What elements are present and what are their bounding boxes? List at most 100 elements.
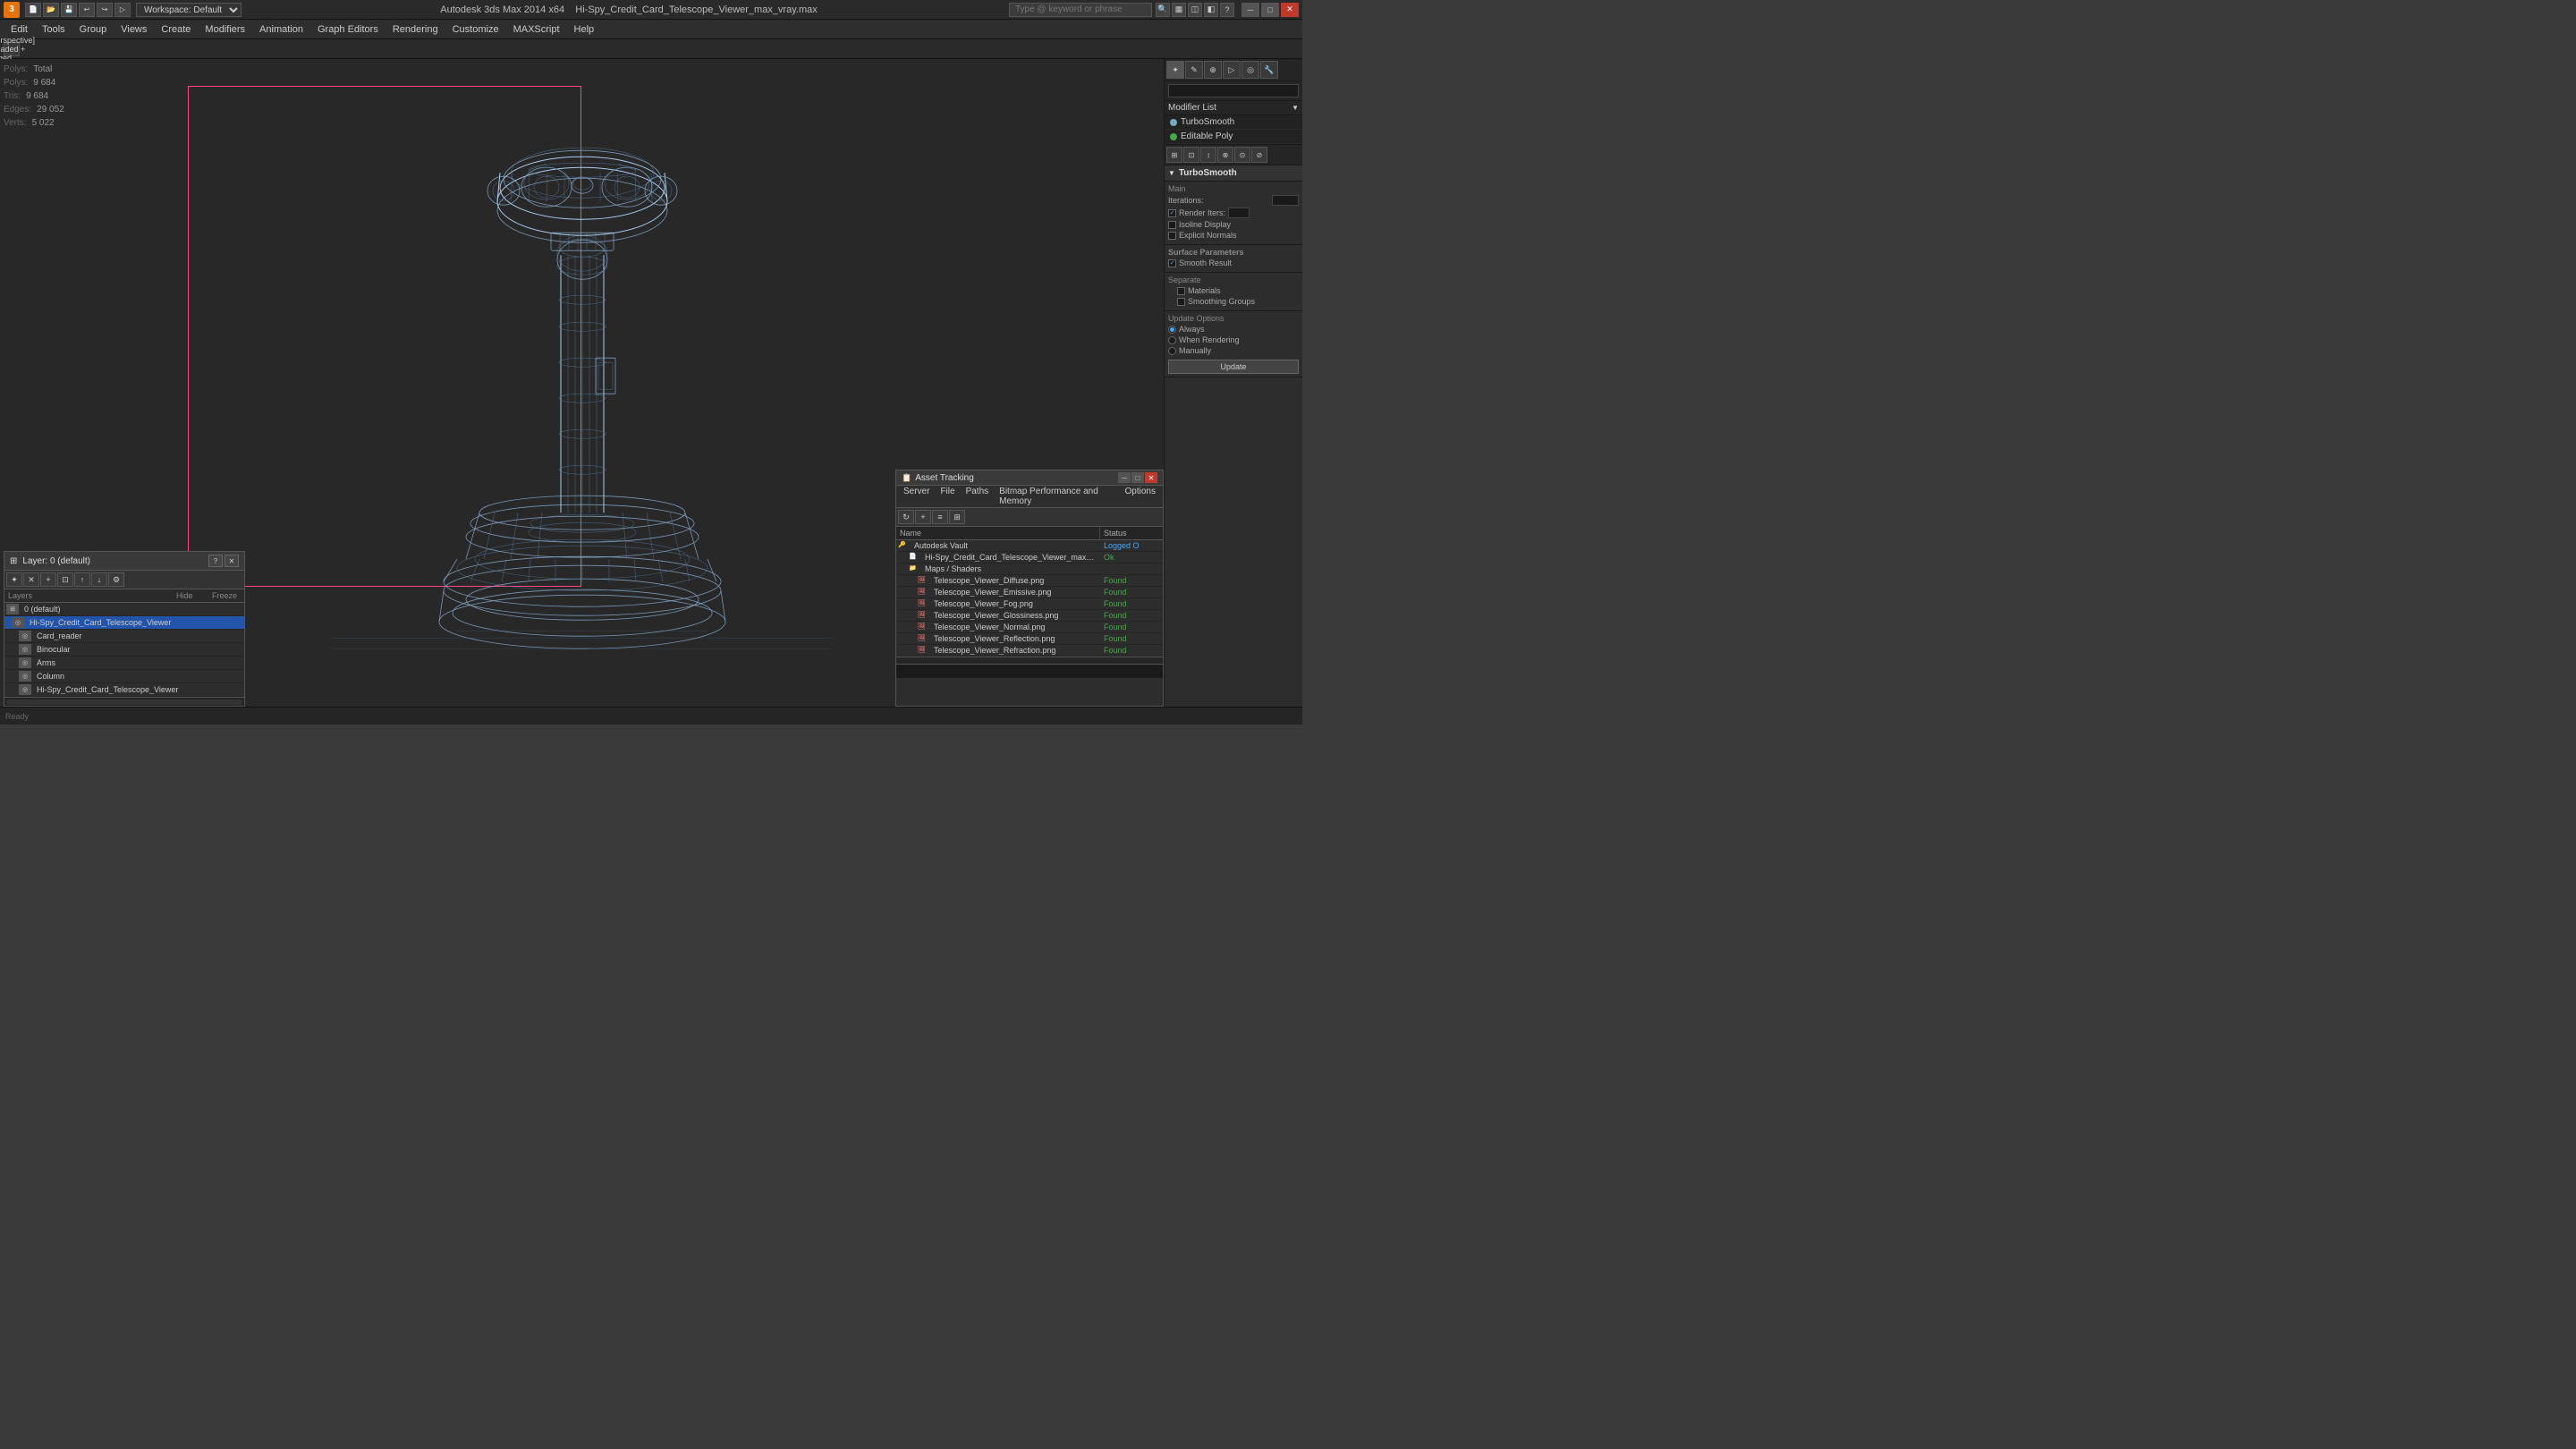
search-submit-icon[interactable]: 🔍 (1156, 3, 1170, 17)
motion-panel-icon[interactable]: ▷ (1223, 61, 1241, 79)
ap-tb-view-list[interactable]: ≡ (932, 510, 948, 524)
transform-icon-6[interactable]: ⊘ (1251, 147, 1267, 163)
asset-panel-maximize-button[interactable]: □ (1131, 472, 1144, 483)
ap-menu-bitmap[interactable]: Bitmap Performance and Memory (994, 486, 1119, 507)
asset-row-3[interactable]: 🖼 Telescope_Viewer_Diffuse.png Found (896, 575, 1163, 587)
menu-graph-editors[interactable]: Graph Editors (310, 21, 386, 38)
undo-icon[interactable]: ↩ (79, 3, 95, 17)
transform-icon-3[interactable]: ↕ (1200, 147, 1216, 163)
menu-rendering[interactable]: Rendering (386, 21, 445, 38)
menu-tools[interactable]: Tools (35, 21, 72, 38)
display-panel-icon[interactable]: ◎ (1241, 61, 1259, 79)
new-icon[interactable]: 📄 (25, 3, 41, 17)
menu-animation[interactable]: Animation (252, 21, 310, 38)
layer-move-down-btn[interactable]: ↓ (91, 572, 107, 587)
surface-params-label: Surface Parameters (1168, 248, 1299, 257)
menu-create[interactable]: Create (154, 21, 198, 38)
search-option2-icon[interactable]: ◫ (1188, 3, 1202, 17)
transform-icon-2[interactable]: ⊡ (1183, 147, 1199, 163)
iterations-input[interactable]: 0 (1272, 195, 1299, 206)
search-option1-icon[interactable]: ▦ (1172, 3, 1186, 17)
manually-radio[interactable] (1168, 347, 1176, 355)
menu-maxscript[interactable]: MAXScript (506, 21, 567, 38)
update-button[interactable]: Update (1168, 360, 1299, 374)
layer-panel-scrollbar[interactable] (4, 697, 244, 706)
transform-icon-5[interactable]: ⊙ (1234, 147, 1250, 163)
layer-options-btn[interactable]: ⚙ (108, 572, 124, 587)
layer-help-button[interactable]: ? (208, 555, 223, 567)
layer-move-up-btn[interactable]: ↑ (74, 572, 90, 587)
layer-close-button[interactable]: ✕ (225, 555, 239, 567)
ap-tb-view-large[interactable]: ⊞ (949, 510, 965, 524)
asset-row-8[interactable]: 🖼 Telescope_Viewer_Reflection.png Found (896, 633, 1163, 645)
asset-row-0[interactable]: 🔑 Autodesk Vault Logged O (896, 540, 1163, 552)
turbosmooth-header[interactable]: ▼ TurboSmooth (1165, 165, 1302, 182)
save-icon[interactable]: 💾 (61, 3, 77, 17)
render-iters-input[interactable]: 2 (1228, 208, 1250, 218)
asset-horizontal-scrollbar[interactable] (896, 657, 1163, 664)
layer-new-btn[interactable]: ✦ (6, 572, 22, 587)
ap-menu-paths[interactable]: Paths (961, 486, 995, 507)
ap-tb-add[interactable]: + (915, 510, 931, 524)
ap-tb-refresh[interactable]: ↻ (898, 510, 914, 524)
asset-row-9[interactable]: 🖼 Telescope_Viewer_Refraction.png Found (896, 645, 1163, 657)
asset-panel-title-bar: 📋 Asset Tracking ─ □ ✕ (896, 470, 1163, 486)
maximize-button[interactable]: □ (1261, 3, 1279, 17)
asset-row-4[interactable]: 🖼 Telescope_Viewer_Emissive.png Found (896, 587, 1163, 598)
smoothing-groups-checkbox[interactable] (1177, 298, 1185, 306)
asset-row-1[interactable]: 📄 Hi-Spy_Credit_Card_Telescope_Viewer_ma… (896, 552, 1163, 564)
explicit-normals-checkbox[interactable] (1168, 232, 1176, 240)
asset-panel-close-button[interactable]: ✕ (1145, 472, 1157, 483)
ap-menu-server[interactable]: Server (898, 486, 935, 507)
render-iters-checkbox[interactable] (1168, 209, 1176, 217)
layer-row-1[interactable]: ◎ Hi-Spy_Credit_Card_Telescope_Viewer (4, 616, 244, 630)
asset-panel-minimize-button[interactable]: ─ (1118, 472, 1131, 483)
layer-add-btn[interactable]: + (40, 572, 56, 587)
modify-panel-icon[interactable]: ✎ (1185, 61, 1203, 79)
render-icon[interactable]: ▷ (114, 3, 131, 17)
surface-parameters-section: Surface Parameters Smooth Result (1165, 245, 1302, 273)
ap-menu-options[interactable]: Options (1120, 486, 1161, 507)
layer-row-3[interactable]: ◎ Binocular (4, 643, 244, 657)
object-name-input[interactable]: Binocular (1168, 84, 1299, 97)
hierarchy-panel-icon[interactable]: ⊕ (1204, 61, 1222, 79)
menu-customize[interactable]: Customize (445, 21, 506, 38)
layer-delete-btn[interactable]: ✕ (23, 572, 39, 587)
transform-icon-1[interactable]: ⊞ (1166, 147, 1182, 163)
smooth-result-checkbox[interactable] (1168, 259, 1176, 267)
when-rendering-radio[interactable] (1168, 336, 1176, 344)
search-input[interactable] (1009, 3, 1152, 17)
asset-row-2[interactable]: 📁 Maps / Shaders (896, 564, 1163, 575)
help-icon[interactable]: ? (1220, 3, 1234, 17)
open-icon[interactable]: 📂 (43, 3, 59, 17)
asset-row-5[interactable]: 🖼 Telescope_Viewer_Fog.png Found (896, 598, 1163, 610)
always-radio[interactable] (1168, 326, 1176, 334)
layer-row-6[interactable]: ◎ Hi-Spy_Credit_Card_Telescope_Viewer (4, 683, 244, 697)
workspace-dropdown[interactable]: Workspace: Default (136, 3, 242, 17)
asset-row-6[interactable]: 🖼 Telescope_Viewer_Glossiness.png Found (896, 610, 1163, 622)
asset-row-8-name: Telescope_Viewer_Reflection.png (930, 634, 1100, 643)
transform-icon-4[interactable]: ⊗ (1217, 147, 1233, 163)
materials-checkbox[interactable] (1177, 287, 1185, 295)
close-button[interactable]: ✕ (1281, 3, 1299, 17)
layer-row-0[interactable]: ⊞ 0 (default) (4, 603, 244, 616)
layer-row-2[interactable]: ◎ Card_reader (4, 630, 244, 643)
isoline-checkbox[interactable] (1168, 221, 1176, 229)
layer-row-5[interactable]: ◎ Column (4, 670, 244, 683)
modifier-editable-poly[interactable]: Editable Poly (1165, 130, 1302, 144)
modifier-turbosmooth[interactable]: TurboSmooth (1165, 115, 1302, 130)
redo-icon[interactable]: ↪ (97, 3, 113, 17)
menu-modifiers[interactable]: Modifiers (198, 21, 252, 38)
layer-row-4[interactable]: ◎ Arms (4, 657, 244, 670)
ap-menu-file[interactable]: File (935, 486, 960, 507)
menu-views[interactable]: Views (114, 21, 154, 38)
asset-row-7[interactable]: 🖼 Telescope_Viewer_Normal.png Found (896, 622, 1163, 633)
search-option3-icon[interactable]: ◧ (1204, 3, 1218, 17)
layer-select-btn[interactable]: ⊡ (57, 572, 73, 587)
utilities-panel-icon[interactable]: 🔧 (1260, 61, 1278, 79)
create-panel-icon[interactable]: ✦ (1166, 61, 1184, 79)
menu-help[interactable]: Help (567, 21, 602, 38)
menu-group[interactable]: Group (72, 21, 114, 38)
minimize-button[interactable]: ─ (1241, 3, 1259, 17)
modifier-list-header[interactable]: Modifier List ▼ (1165, 101, 1302, 115)
